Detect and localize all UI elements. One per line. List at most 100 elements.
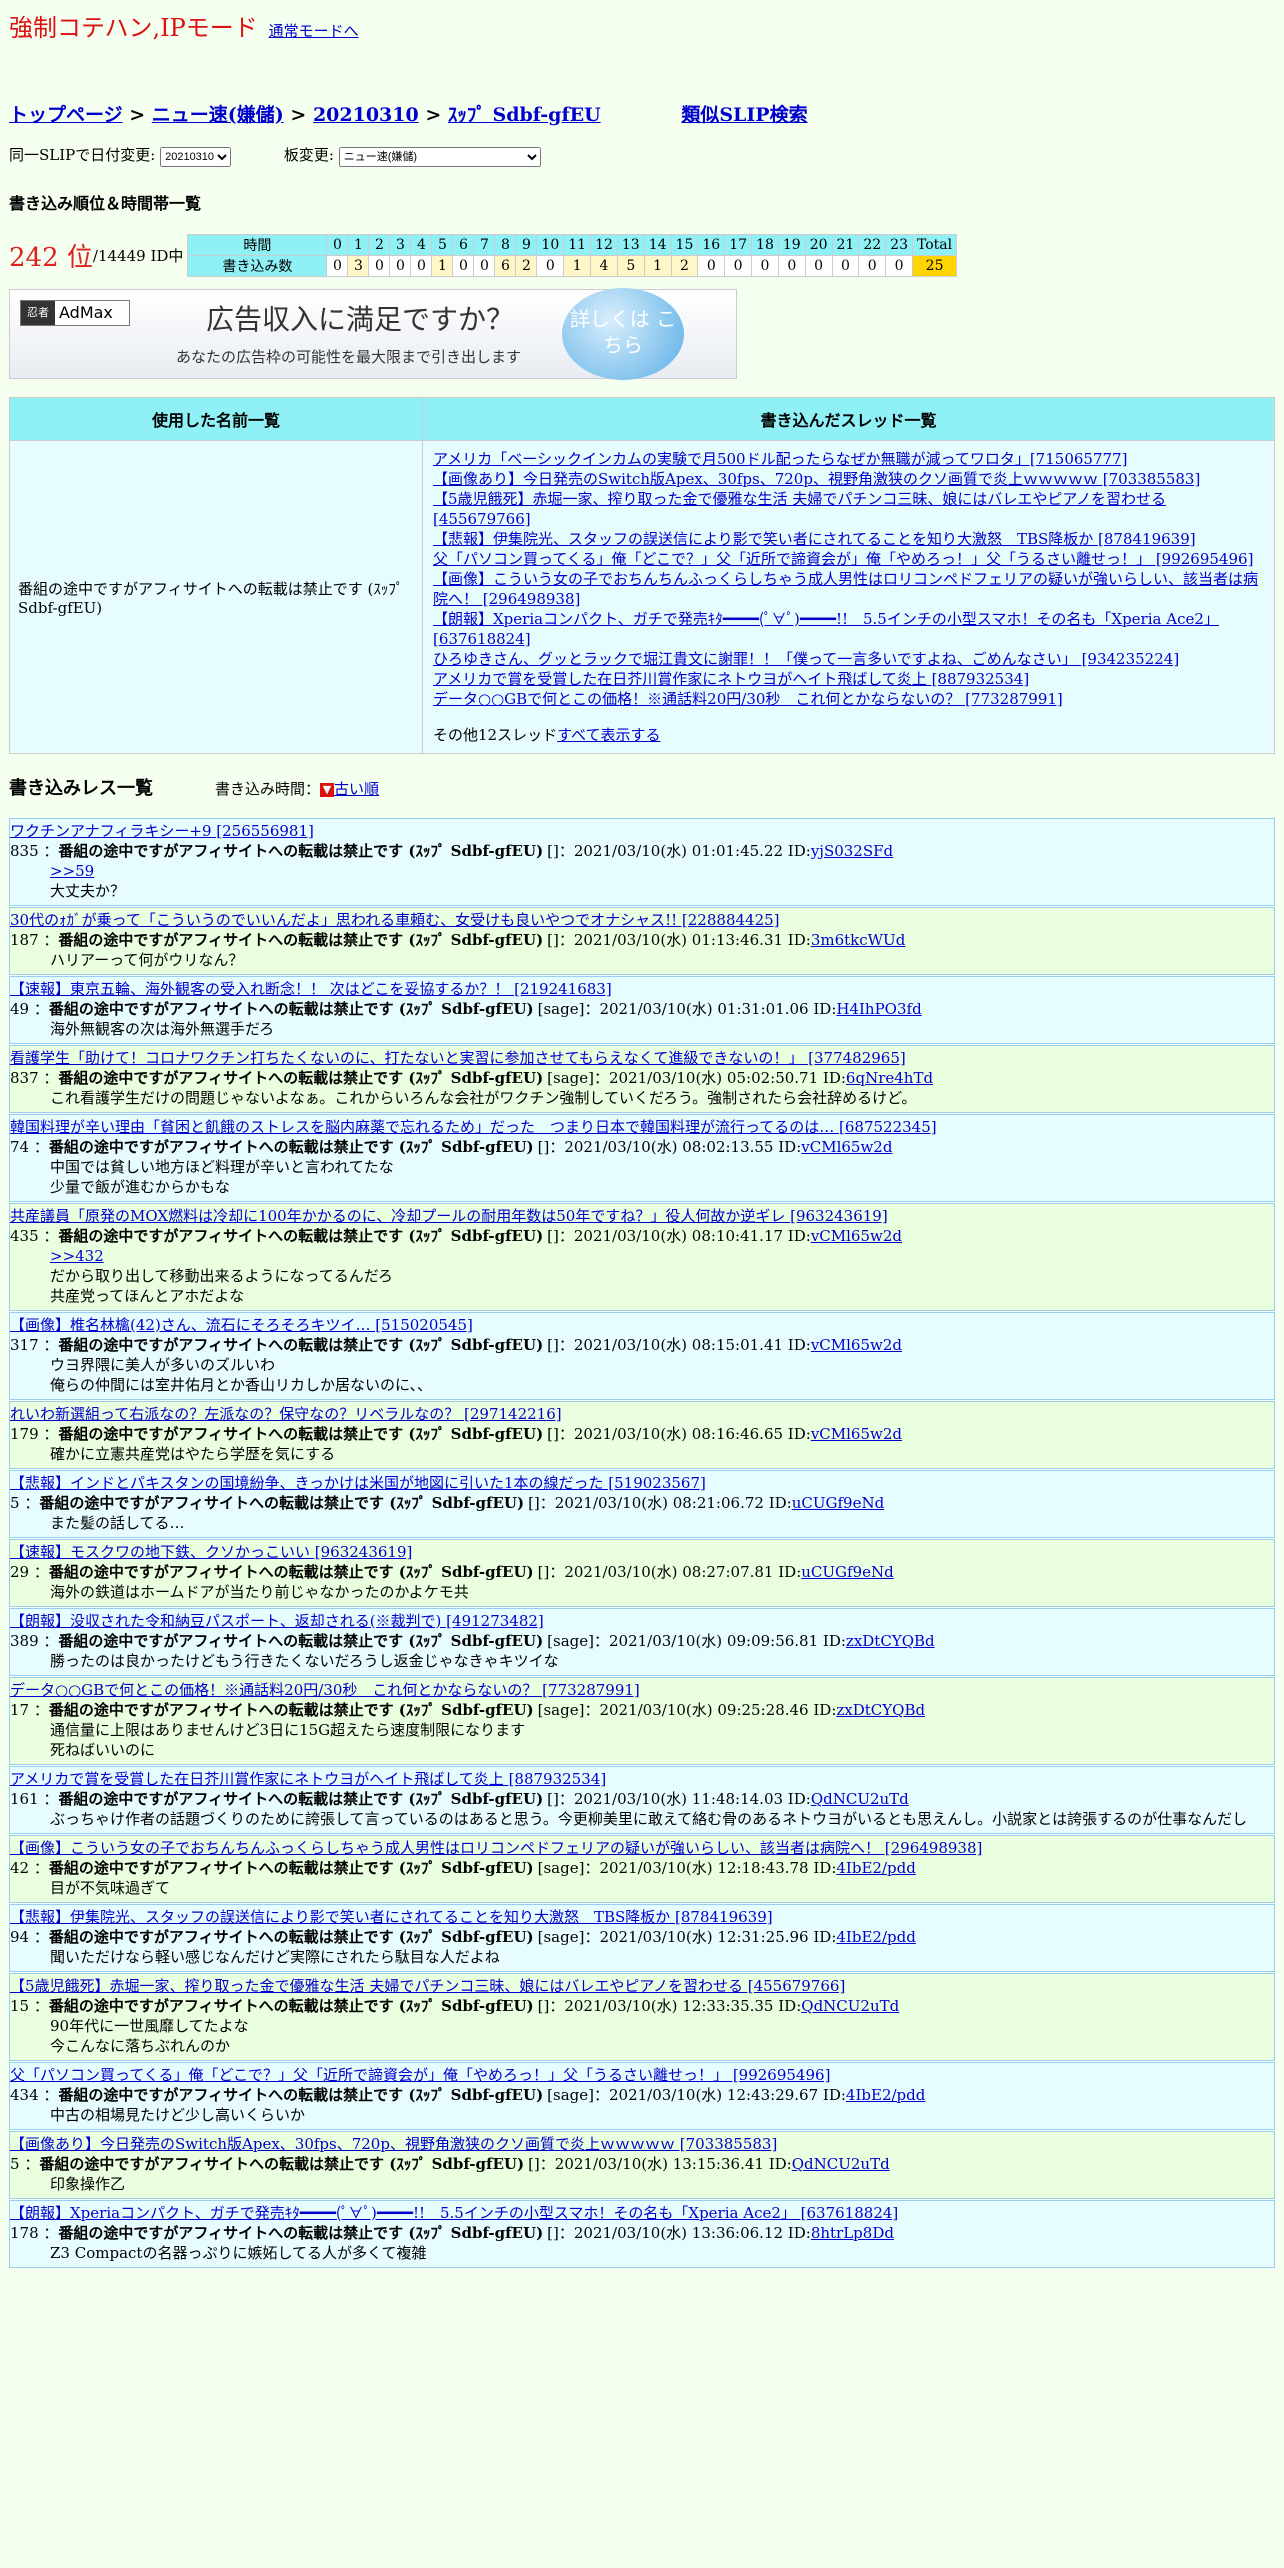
post-separator: ：	[38, 1790, 59, 1808]
show-all-threads-link[interactable]: すべて表示する	[557, 726, 660, 744]
post-id-link[interactable]: QdNCU2uTd	[801, 1997, 899, 2015]
post-item: 【朗報】没収された令和納豆パスポート、返却される(※裁判で) [49127348…	[9, 1608, 1275, 1676]
post-meta: []：2021/03/10(水) 13:36:06.12 ID:	[547, 2224, 811, 2242]
count-cell: 0	[777, 255, 806, 277]
post-author-name: 番組の途中ですがアフィサイトへの転載は禁止です (ｽｯﾌﾟ Sdbf-gfEU)	[58, 2086, 544, 2104]
post-number: 179	[10, 1425, 39, 1443]
breadcrumb-board[interactable]: ニュー速(嫌儲)	[152, 104, 284, 126]
thread-link[interactable]: 【朗報】Xperiaコンパクト、ガチで発売ｷﾀ━━━━(ﾟ∀ﾟ)━━━━!! 5…	[433, 610, 1219, 648]
board-select[interactable]: ニュー速(嫌儲)	[338, 147, 541, 167]
thread-link[interactable]: 【画像あり】今日発売のSwitch版Apex、30fps、720p、視野角激狭の…	[433, 470, 1200, 488]
thread-link[interactable]: データ○○GBで何とこの価格！※通話料20円/30秒 これ何とかならないの？ […	[433, 690, 1063, 708]
sort-oldest-link[interactable]: 古い順	[334, 780, 379, 798]
normal-mode-link[interactable]: 通常モードへ	[269, 22, 359, 40]
post-thread-link[interactable]: データ○○GBで何とこの価格！※通話料20円/30秒 これ何とかならないの？ […	[10, 1680, 1274, 1700]
post-header: 389 ：番組の途中ですがアフィサイトへの転載は禁止です (ｽｯﾌﾟ Sdbf-…	[10, 1631, 1274, 1651]
post-thread-link[interactable]: 【速報】東京五輪、海外観客の受入れ断念！！ 次はどこを妥協するか？！ [2192…	[10, 979, 1274, 999]
post-author-name: 番組の途中ですがアフィサイトへの転載は禁止です (ｽｯﾌﾟ Sdbf-gfEU)	[58, 931, 544, 949]
names-body-row: 番組の途中ですがアフィサイトへの転載は禁止です (ｽｯﾌﾟ Sdbf-gfEU)…	[9, 440, 1275, 754]
post-meta: [sage]：2021/03/10(水) 09:09:56.81 ID:	[547, 1632, 846, 1650]
post-thread-link[interactable]: 【朗報】Xperiaコンパクト、ガチで発売ｷﾀ━━━━(ﾟ∀ﾟ)━━━━!! 5…	[10, 2203, 1274, 2223]
post-separator: ：	[19, 2155, 40, 2173]
thread-link-row: 【画像あり】今日発売のSwitch版Apex、30fps、720p、視野角激狭の…	[433, 469, 1264, 489]
post-id-link[interactable]: 4IbE2/pdd	[846, 2086, 925, 2104]
post-header: 49 ：番組の途中ですがアフィサイトへの転載は禁止です (ｽｯﾌﾟ Sdbf-g…	[10, 999, 1274, 1019]
post-separator: ：	[38, 2086, 59, 2104]
post-thread-link[interactable]: 【画像】こういう女の子でおちんちんふっくらしちゃう成人男性はロリコンペドフェリア…	[10, 1838, 1274, 1858]
post-id-link[interactable]: yjS032SFd	[811, 842, 893, 860]
breadcrumb-sep: >	[425, 104, 442, 126]
count-cell: 2	[670, 255, 699, 277]
ad-details-button[interactable]: 詳しくは こちら	[562, 288, 684, 380]
post-thread-link[interactable]: 【5歳児餓死】赤堀一家、搾り取った金で優雅な生活 夫婦でパチンコ三昧、娘にはバレ…	[10, 1976, 1274, 1996]
hour-cell: 11	[563, 234, 592, 256]
count-cell: 0	[751, 255, 779, 277]
rank-number: 242 位	[9, 243, 93, 273]
thread-link[interactable]: 【悲報】伊集院光、スタッフの誤送信により影で笑い者にされてることを知り大激怒 T…	[433, 530, 1196, 548]
thread-links: アメリカ「ベーシックインカムの実験で月500ドル配ったらなぜか無職が減ってワロタ…	[433, 449, 1264, 709]
post-line: 目が不気味過ぎて	[50, 1879, 171, 1897]
post-thread-link[interactable]: 【画像】椎名林檎(42)さん、流石にそろそろキツイ… [515020545]	[10, 1315, 1274, 1335]
post-thread-link[interactable]: 看護学生「助けて！コロナワクチン打ちたくないのに、打たないと実習に参加させてもら…	[10, 1048, 1274, 1068]
post-id-link[interactable]: 8htrLp8Dd	[811, 2224, 894, 2242]
post-separator: ：	[29, 1563, 49, 1581]
post-line: また髪の話してる…	[50, 1514, 185, 1532]
post-id-link[interactable]: QdNCU2uTd	[792, 2155, 890, 2173]
post-id-link[interactable]: vCMl65w2d	[811, 1227, 902, 1245]
breadcrumb-date[interactable]: 20210310	[313, 104, 419, 126]
post-id-link[interactable]: vCMl65w2d	[801, 1138, 892, 1156]
post-thread-link[interactable]: 韓国料理が辛い理由「貧困と飢餓のストレスを脳内麻薬で忘れるため」だった つまり日…	[10, 1117, 1274, 1137]
post-id-link[interactable]: 3m6tkcWUd	[811, 931, 906, 949]
post-thread-link[interactable]: アメリカで賞を受賞した在日芥川賞作家にネトウヨがヘイト飛ばして炎上 [88793…	[10, 1769, 1274, 1789]
post-id-link[interactable]: 4IbE2/pdd	[836, 1928, 915, 1946]
post-item: 【朗報】Xperiaコンパクト、ガチで発売ｷﾀ━━━━(ﾟ∀ﾟ)━━━━!! 5…	[9, 2200, 1275, 2268]
post-thread-link[interactable]: 【速報】モスクワの地下鉄、クソかっこいい [963243619]	[10, 1542, 1274, 1562]
post-author-name: 番組の途中ですがアフィサイトへの転載は禁止です (ｽｯﾌﾟ Sdbf-gfEU)	[58, 842, 544, 860]
post-number: 17	[10, 1701, 30, 1719]
post-line: 中国では貧しい地方ほど料理が辛いと言われてたな	[50, 1158, 394, 1176]
post-id-link[interactable]: vCMl65w2d	[811, 1425, 902, 1443]
breadcrumb-top[interactable]: トップページ	[9, 104, 123, 126]
post-thread-link[interactable]: れいわ新選組って右派なの？左派なの？保守なの？リベラルなの？ [29714221…	[10, 1404, 1274, 1424]
post-number: 835	[10, 842, 39, 860]
date-select[interactable]: 20210310	[160, 147, 232, 167]
post-meta: []：2021/03/10(水) 13:15:36.41 ID:	[528, 2155, 792, 2173]
post-id-link[interactable]: 4IbE2/pdd	[836, 1859, 915, 1877]
post-separator: ：	[19, 1494, 40, 1512]
post-thread-link[interactable]: 【悲報】伊集院光、スタッフの誤送信により影で笑い者にされてることを知り大激怒 T…	[10, 1907, 1274, 1927]
post-id-link[interactable]: zxDtCYQBd	[846, 1632, 935, 1650]
count-cell: 0	[697, 255, 726, 277]
post-thread-link[interactable]: 【悲報】インドとパキスタンの国境紛争、きっかけは米国が地図に引いた1本の線だった…	[10, 1473, 1274, 1493]
thread-link[interactable]: 【画像】こういう女の子でおちんちんふっくらしちゃう成人男性はロリコンペドフェリア…	[433, 570, 1258, 608]
post-thread-link[interactable]: 父「パソコン買ってくる」俺「どこで？」父「近所で諦資会が」俺「やめろっ！」父「う…	[10, 2065, 1274, 2085]
hour-cell: 14	[643, 234, 672, 256]
post-id-link[interactable]: uCUGf9eNd	[801, 1563, 893, 1581]
thread-link[interactable]: 【5歳児餓死】赤堀一家、搾り取った金で優雅な生活 夫婦でパチンコ三昧、娘にはバレ…	[433, 490, 1166, 528]
post-thread-link[interactable]: ワクチンアナフィラキシー+9 [256556981]	[10, 821, 1274, 841]
reply-anchor-link[interactable]: >>432	[50, 1246, 1274, 1266]
post-meta: [sage]：2021/03/10(水) 09:25:28.46 ID:	[537, 1701, 837, 1719]
thread-link[interactable]: 父「パソコン買ってくる」俺「どこで？」父「近所で諦資会が」俺「やめろっ！」父「う…	[433, 550, 1253, 568]
post-header: 5 ：番組の途中ですがアフィサイトへの転載は禁止です (ｽｯﾌﾟ Sdbf-gf…	[10, 1493, 1274, 1513]
post-thread-link[interactable]: 共産議員「原発のMOX燃料は冷却に100年かかるのに、冷却プールの耐用年数は50…	[10, 1206, 1274, 1226]
post-thread-link[interactable]: 【朗報】没収された令和納豆パスポート、返却される(※裁判で) [49127348…	[10, 1611, 1274, 1631]
post-line: 俺らの仲間には室井佑月とか香山リカしか居ないのに、、	[50, 1376, 433, 1394]
post-id-link[interactable]: QdNCU2uTd	[811, 1790, 909, 1808]
post-id-link[interactable]: zxDtCYQBd	[836, 1701, 925, 1719]
thread-link[interactable]: アメリカ「ベーシックインカムの実験で月500ドル配ったらなぜか無職が減ってワロタ…	[433, 450, 1127, 468]
threads-column-header: 書き込んだスレッド一覧	[422, 397, 1275, 441]
breadcrumb-slip[interactable]: ｽｯﾌﾟ Sdbf-gfEU	[448, 104, 601, 126]
thread-link[interactable]: ひろゆきさん、グッとラックで堀江貴文に謝罪！！「僕って一言多いですよね、ごめんな…	[433, 650, 1179, 668]
reply-anchor-link[interactable]: >>59	[50, 861, 1274, 881]
post-line: 死ねばいいのに	[50, 1741, 156, 1759]
post-id-link[interactable]: uCUGf9eNd	[792, 1494, 884, 1512]
ad-banner[interactable]: 忍者 AdMax 広告収入に満足ですか？ あなたの広告枠の可能性を最大限まで引き…	[9, 288, 737, 380]
post-id-link[interactable]: vCMl65w2d	[811, 1336, 902, 1354]
post-id-link[interactable]: H4IhPO3fd	[836, 1000, 921, 1018]
thread-link[interactable]: アメリカで賞を受賞した在日芥川賞作家にネトウヨがヘイト飛ばして炎上 [88793…	[433, 670, 1029, 688]
post-id-link[interactable]: 6qNre4hTd	[846, 1069, 933, 1087]
post-thread-link[interactable]: 【画像あり】今日発売のSwitch版Apex、30fps、720p、視野角激狭の…	[10, 2134, 1274, 2154]
post-thread-link[interactable]: 30代のｫｶﾞが乗って「こういうのでいいんだよ」思われる車頼む、女受けも良いやつ…	[10, 910, 1274, 930]
similar-slip-search-link[interactable]: 類似SLIP検索	[681, 104, 807, 126]
hour-cell: 10	[536, 234, 565, 256]
